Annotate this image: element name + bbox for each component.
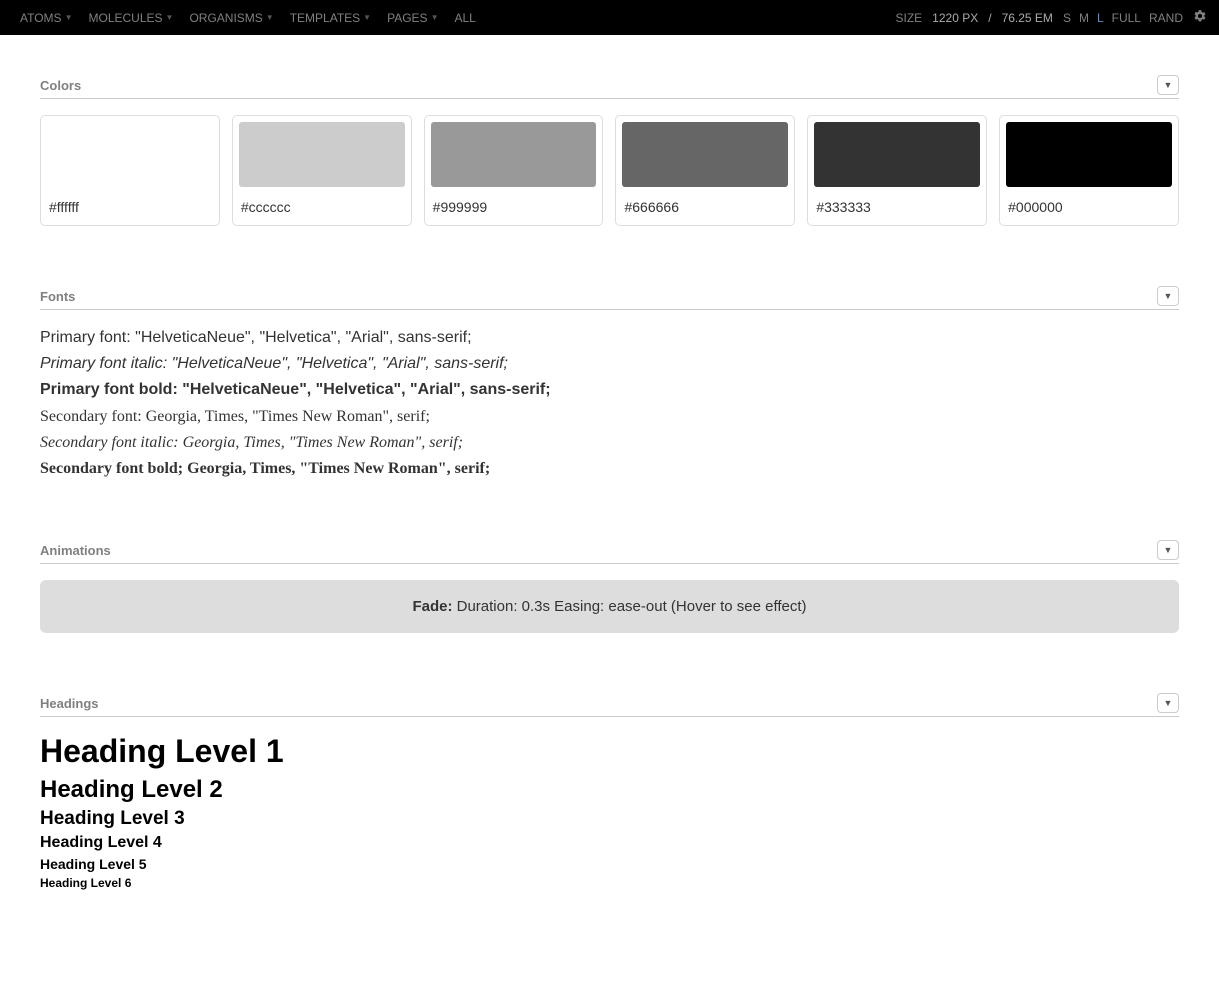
nav-molecules[interactable]: MOLECULES ▼ (80, 11, 181, 25)
animation-label: Fade: (412, 598, 452, 615)
gear-icon[interactable] (1193, 9, 1207, 26)
swatch-color (47, 122, 213, 187)
swatch-label: #ffffff (47, 199, 213, 219)
section-toggle[interactable]: ▼ (1157, 286, 1179, 306)
nav-templates[interactable]: TEMPLATES▼ (282, 11, 379, 25)
color-swatch: #333333 (807, 115, 987, 226)
chevron-down-icon: ▼ (166, 13, 174, 22)
nav-atoms[interactable]: ATOMS▼ (12, 11, 80, 25)
size-m[interactable]: M (1079, 11, 1089, 25)
swatch-color (431, 122, 597, 187)
size-s[interactable]: S (1063, 11, 1071, 25)
size-l[interactable]: L (1097, 11, 1104, 25)
font-sample: Secondary font italic: Georgia, Times, "… (40, 431, 1179, 454)
section-toggle[interactable]: ▼ (1157, 540, 1179, 560)
section-title: Headings (40, 696, 99, 711)
color-swatch: #999999 (424, 115, 604, 226)
heading-6: Heading Level 6 (40, 876, 1179, 890)
size-px: 1220 PX (932, 11, 978, 25)
size-buttons: SML FULL RAND (1063, 11, 1183, 25)
nav-all[interactable]: ALL (446, 11, 483, 25)
swatch-color (239, 122, 405, 187)
section-header: Fonts ▼ (40, 286, 1179, 310)
swatch-label: #cccccc (239, 199, 405, 219)
section-title: Fonts (40, 289, 75, 304)
size-full[interactable]: FULL (1112, 11, 1141, 25)
section-header: Headings ▼ (40, 693, 1179, 717)
nav-label: ORGANISMS (189, 11, 262, 25)
nav-label: PAGES (387, 11, 427, 25)
nav-organisms[interactable]: ORGANISMS ▼ (181, 11, 281, 25)
swatches: #ffffff #cccccc #999999 #666666 #333333 #0000… (40, 115, 1179, 226)
size-label: SIZE (896, 11, 923, 25)
swatch-label: #666666 (622, 199, 788, 219)
font-sample: Secondary font: Georgia, Times, "Times N… (40, 405, 1179, 428)
section-title: Colors (40, 78, 81, 93)
nav-label: ATOMS (20, 11, 62, 25)
animation-desc: Duration: 0.3s Easing: ease-out (Hover t… (457, 598, 807, 615)
topbar-nav: ATOMS▼MOLECULES▼ORGANISMS▼TEMPLATES▼PAGE… (12, 11, 484, 25)
section-header: Animations ▼ (40, 540, 1179, 564)
swatch-label: #000000 (1006, 199, 1172, 219)
size-em: 76.25 EM (1002, 11, 1053, 25)
section-toggle[interactable]: ▼ (1157, 75, 1179, 95)
section-fonts: Fonts ▼ Primary font: "HelveticaNeue", "… (40, 286, 1179, 480)
section-title: Animations (40, 543, 111, 558)
swatch-color (622, 122, 788, 187)
chevron-down-icon: ▼ (431, 13, 439, 22)
font-sample: Primary font bold: "HelveticaNeue", "Hel… (40, 378, 1179, 401)
nav-label: ALL (454, 11, 475, 25)
size-rand[interactable]: RAND (1149, 11, 1183, 25)
section-animations: Animations ▼ Fade: Duration: 0.3s Easing… (40, 540, 1179, 633)
color-swatch: #cccccc (232, 115, 412, 226)
heading-3: Heading Level 3 (40, 808, 1179, 830)
heading-1: Heading Level 1 (40, 733, 1179, 770)
topbar: ATOMS▼MOLECULES▼ORGANISMS▼TEMPLATES▼PAGE… (0, 0, 1219, 35)
heading-4: Heading Level 4 (40, 834, 1179, 852)
swatch-color (1006, 122, 1172, 187)
heading-2: Heading Level 2 (40, 776, 1179, 804)
chevron-down-icon: ▼ (266, 13, 274, 22)
section-colors: Colors ▼ #ffffff #cccccc #999999 #666666 #33… (40, 75, 1179, 226)
nav-label: MOLECULES (88, 11, 162, 25)
font-sample: Primary font italic: "HelveticaNeue", "H… (40, 352, 1179, 375)
nav-label: TEMPLATES (290, 11, 360, 25)
swatch-label: #999999 (431, 199, 597, 219)
chevron-down-icon: ▼ (363, 13, 371, 22)
section-headings: Headings ▼ Heading Level 1 Heading Level… (40, 693, 1179, 890)
color-swatch: #ffffff (40, 115, 220, 226)
color-swatch: #000000 (999, 115, 1179, 226)
heading-5: Heading Level 5 (40, 856, 1179, 872)
section-header: Colors ▼ (40, 75, 1179, 99)
swatch-label: #333333 (814, 199, 980, 219)
chevron-down-icon: ▼ (65, 13, 73, 22)
font-sample: Primary font: "HelveticaNeue", "Helvetic… (40, 326, 1179, 349)
size-sep: / (988, 11, 991, 25)
headings-list: Heading Level 1 Heading Level 2 Heading … (40, 733, 1179, 890)
animation-demo[interactable]: Fade: Duration: 0.3s Easing: ease-out (H… (40, 580, 1179, 633)
color-swatch: #666666 (615, 115, 795, 226)
nav-pages[interactable]: PAGES ▼ (379, 11, 446, 25)
topbar-tools: SIZE 1220 PX / 76.25 EM SML FULL RAND (896, 9, 1208, 26)
section-toggle[interactable]: ▼ (1157, 693, 1179, 713)
fonts-list: Primary font: "HelveticaNeue", "Helvetic… (40, 326, 1179, 480)
swatch-color (814, 122, 980, 187)
content: Colors ▼ #ffffff #cccccc #999999 #666666 #33… (0, 35, 1219, 990)
font-sample: Secondary font bold; Georgia, Times, "Ti… (40, 457, 1179, 480)
